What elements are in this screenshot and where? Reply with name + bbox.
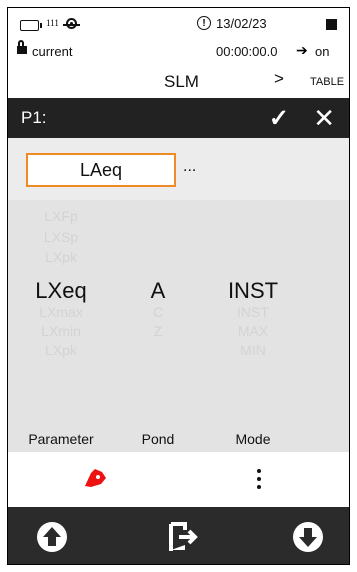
close-button[interactable]: ✕ xyxy=(313,103,335,134)
timer: 00:00:00.0 xyxy=(216,44,278,59)
mode-option[interactable]: MAX xyxy=(203,323,303,339)
mode-label: Mode xyxy=(235,431,271,447)
parameter-option[interactable]: LXpk xyxy=(16,249,106,265)
on-label: on xyxy=(315,44,330,59)
pond-option[interactable]: C xyxy=(118,304,198,320)
pond-label: Pond xyxy=(141,431,175,447)
parameter-option[interactable]: LXeq xyxy=(16,278,106,304)
mode-option[interactable]: MIN xyxy=(203,342,303,358)
device-screen: 111 ! 13/02/23 current 00:00:00.0 ➔ on S… xyxy=(7,7,350,565)
target-icon xyxy=(63,18,80,29)
stop-icon xyxy=(326,19,337,30)
enter-icon[interactable] xyxy=(161,517,201,557)
current-parameter-field[interactable]: LAeq xyxy=(26,153,176,187)
parameter-option[interactable]: LXpk xyxy=(16,342,106,358)
parameter-option[interactable]: LXmin xyxy=(16,323,106,339)
confirm-button[interactable]: ✓ xyxy=(269,104,289,133)
mode-option[interactable]: INST xyxy=(203,278,303,304)
picker-panel: LAeq ... LXFp LXSp LXpk LXeq LXmax LXmin LXpk … xyxy=(8,138,349,488)
next-button[interactable]: > xyxy=(274,69,284,89)
parameter-label: Parameter xyxy=(28,431,94,447)
lock-icon xyxy=(17,40,27,54)
arrow-up-circle-icon[interactable] xyxy=(32,517,72,557)
parameter-option[interactable]: LXFp xyxy=(16,208,106,224)
action-row xyxy=(8,452,349,507)
battery-icon xyxy=(20,20,42,31)
more-vertical-icon[interactable] xyxy=(255,469,263,491)
pond-option[interactable]: Z xyxy=(118,323,198,339)
more-parameters-button[interactable]: ... xyxy=(183,158,196,176)
pond-option[interactable]: A xyxy=(118,278,198,304)
parameter-option[interactable]: LXmax xyxy=(16,304,106,320)
alert-icon: ! xyxy=(197,16,211,30)
date: 13/02/23 xyxy=(216,16,267,31)
table-button[interactable]: TABLE xyxy=(310,76,344,88)
dialog-header: P1: ✓ ✕ xyxy=(8,98,349,138)
profile-label: current xyxy=(32,44,73,59)
mode-title: SLM xyxy=(164,72,199,91)
dialog-title: P1: xyxy=(21,108,47,127)
status-area: 111 ! 13/02/23 current 00:00:00.0 ➔ on S… xyxy=(8,8,349,98)
bottom-nav xyxy=(8,507,349,564)
dc-label: 111 xyxy=(46,18,59,28)
parameter-option[interactable]: LXSp xyxy=(16,229,106,245)
arrow-right-icon: ➔ xyxy=(296,42,308,58)
rocket-icon[interactable] xyxy=(82,468,108,490)
mode-option[interactable]: INST xyxy=(203,304,303,320)
arrow-down-circle-icon[interactable] xyxy=(288,517,328,557)
